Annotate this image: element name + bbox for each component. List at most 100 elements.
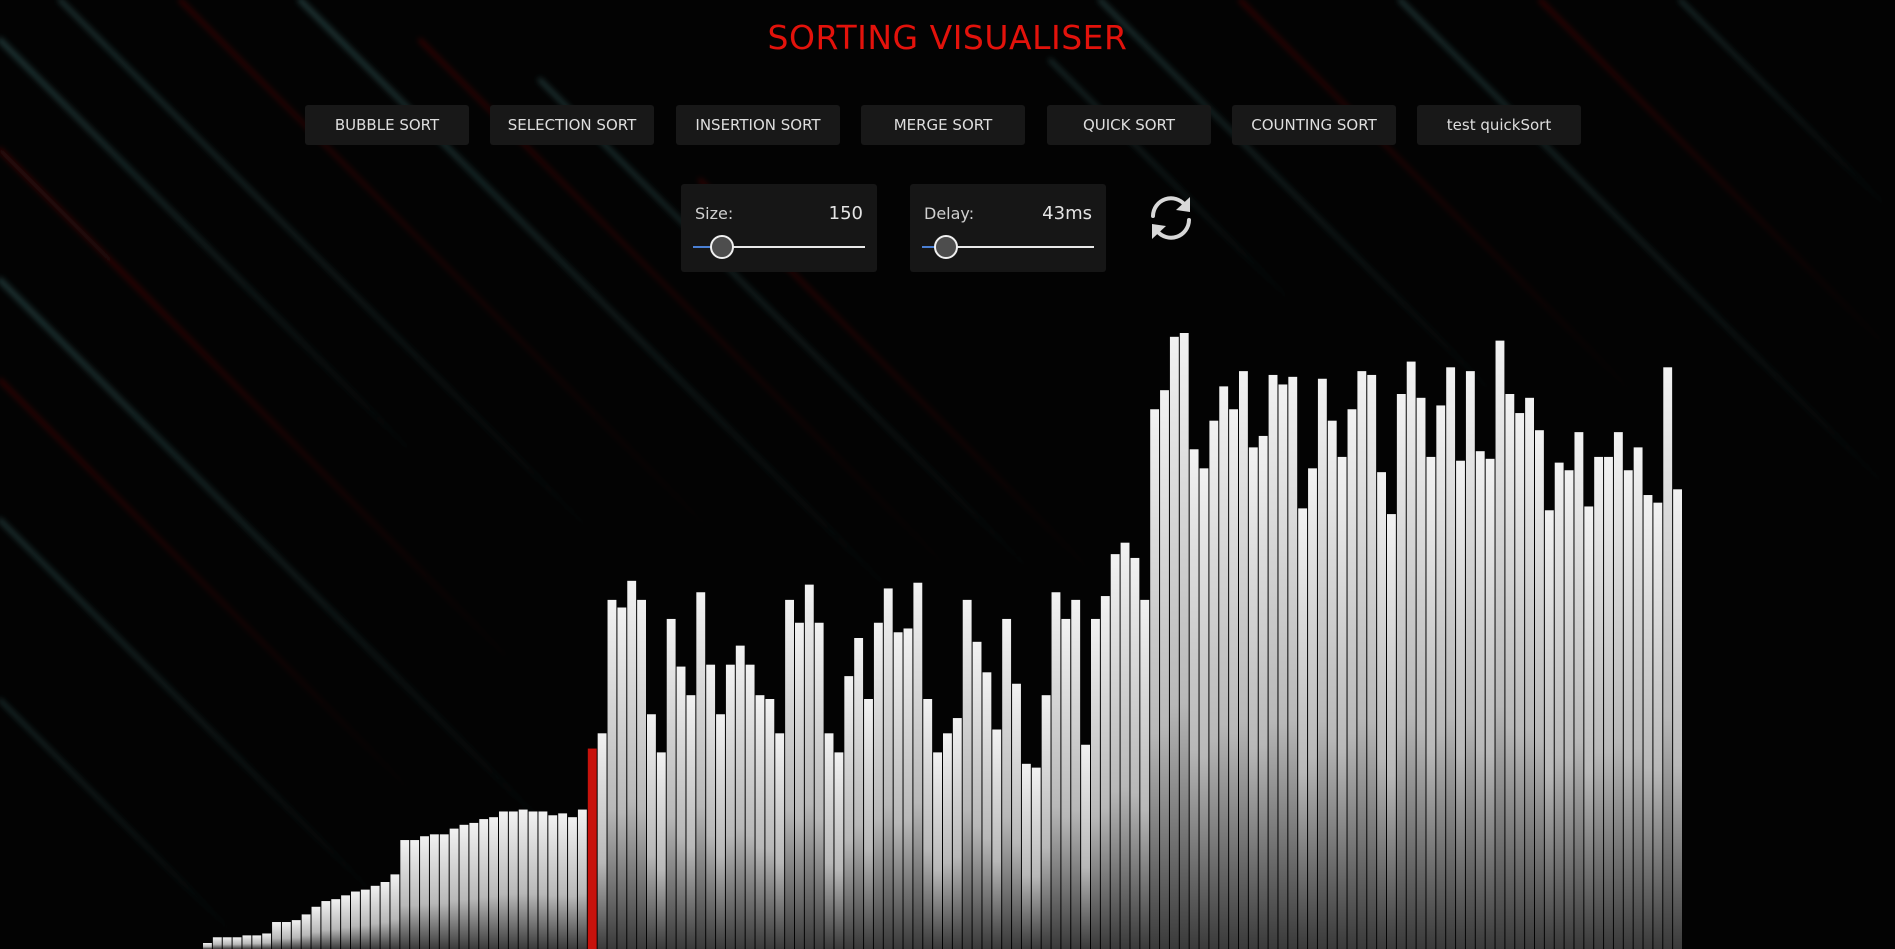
array-bar bbox=[518, 809, 528, 949]
array-bar bbox=[1298, 508, 1308, 949]
size-slider[interactable] bbox=[693, 235, 865, 259]
array-bar bbox=[804, 584, 814, 949]
array-bar bbox=[962, 599, 972, 949]
array-bar bbox=[341, 895, 350, 949]
array-bar bbox=[1150, 409, 1160, 949]
refresh-icon[interactable] bbox=[1143, 190, 1199, 246]
array-bar bbox=[1120, 542, 1130, 949]
array-bar bbox=[1189, 449, 1199, 949]
size-slider-thumb[interactable] bbox=[710, 235, 735, 259]
array-bar bbox=[1594, 456, 1604, 949]
array-bar bbox=[538, 811, 548, 949]
array-bar bbox=[1110, 554, 1120, 949]
array-bar bbox=[1673, 489, 1682, 949]
array-bar bbox=[1278, 384, 1288, 949]
array-bar bbox=[706, 664, 716, 949]
array-bar bbox=[1100, 596, 1110, 949]
array-bar bbox=[992, 729, 1002, 949]
size-control: Size: 150 bbox=[681, 184, 877, 272]
array-bar bbox=[1308, 468, 1317, 949]
array-bar bbox=[676, 666, 686, 949]
array-bar bbox=[1317, 378, 1327, 949]
array-bar bbox=[1367, 374, 1377, 949]
array-bar bbox=[627, 580, 637, 949]
array-bar bbox=[380, 882, 390, 949]
array-bar bbox=[834, 752, 844, 949]
array-bar-highlighted bbox=[587, 748, 597, 949]
array-bar bbox=[814, 622, 824, 949]
delay-slider-thumb[interactable] bbox=[934, 235, 959, 259]
array-bar bbox=[1229, 409, 1238, 949]
array-bar bbox=[1219, 386, 1229, 949]
array-bar bbox=[873, 622, 883, 949]
array-bar bbox=[1446, 367, 1456, 949]
array-bar bbox=[479, 819, 489, 949]
array-bar bbox=[1406, 361, 1416, 949]
array-bar bbox=[351, 891, 360, 949]
bubble-sort-button[interactable]: BUBBLE SORT bbox=[305, 105, 469, 145]
array-bar bbox=[449, 828, 459, 949]
array-bar bbox=[1377, 472, 1386, 949]
array-bar bbox=[1643, 495, 1653, 949]
array-bar bbox=[1535, 430, 1544, 949]
array-bar bbox=[1209, 420, 1219, 949]
quick-sort-button[interactable]: QUICK SORT bbox=[1047, 105, 1211, 145]
array-bar bbox=[439, 834, 449, 949]
array-bar bbox=[913, 582, 923, 949]
array-bar bbox=[824, 733, 834, 949]
array-bar bbox=[637, 599, 646, 949]
array-bar bbox=[1475, 451, 1485, 949]
array-bar bbox=[982, 672, 992, 949]
array-bar bbox=[725, 664, 735, 949]
array-bar bbox=[420, 836, 429, 949]
array-bar bbox=[1258, 435, 1268, 949]
array-bar bbox=[1515, 413, 1525, 949]
array-bar bbox=[1091, 618, 1100, 949]
size-value: 150 bbox=[828, 203, 863, 224]
array-bar bbox=[933, 752, 942, 949]
selection-sort-button[interactable]: SELECTION SORT bbox=[490, 105, 654, 145]
array-bar bbox=[577, 809, 587, 949]
array-bar bbox=[1071, 599, 1081, 949]
array-bar bbox=[1199, 468, 1209, 949]
array-bar bbox=[1623, 470, 1633, 949]
array-bar bbox=[281, 922, 291, 949]
array-bar bbox=[1248, 447, 1258, 949]
array-bar bbox=[508, 811, 518, 949]
array-bar bbox=[1031, 767, 1041, 949]
array-bar bbox=[1179, 333, 1189, 949]
delay-label: Delay: bbox=[924, 204, 975, 223]
merge-sort-button[interactable]: MERGE SORT bbox=[861, 105, 1025, 145]
array-bar bbox=[1327, 420, 1337, 949]
array-bar bbox=[1495, 340, 1505, 949]
array-bar bbox=[1051, 592, 1061, 949]
array-bar bbox=[469, 822, 479, 949]
array-bar bbox=[795, 622, 804, 949]
array-bar bbox=[854, 638, 864, 949]
array-bar bbox=[1140, 599, 1150, 949]
array-bar bbox=[212, 937, 222, 949]
delay-slider[interactable] bbox=[922, 235, 1094, 259]
array-bar bbox=[1436, 405, 1446, 949]
array-bar bbox=[301, 914, 311, 949]
array-bar bbox=[1357, 371, 1367, 949]
array-bar bbox=[568, 817, 577, 949]
array-bar bbox=[785, 599, 794, 949]
array-bar bbox=[489, 817, 498, 949]
array-bar bbox=[548, 815, 558, 949]
array-bar bbox=[291, 920, 301, 949]
array-bar bbox=[252, 935, 262, 949]
test-quicksort-button[interactable]: test quickSort bbox=[1417, 105, 1581, 145]
array-bar bbox=[272, 922, 281, 949]
array-bar bbox=[1416, 397, 1426, 949]
array-bar bbox=[1465, 371, 1475, 949]
insertion-sort-button[interactable]: INSERTION SORT bbox=[676, 105, 840, 145]
array-bar bbox=[686, 695, 696, 949]
array-bar bbox=[883, 588, 893, 949]
array-bar bbox=[1584, 506, 1594, 949]
array-bar bbox=[1554, 462, 1564, 949]
counting-sort-button[interactable]: COUNTING SORT bbox=[1232, 105, 1396, 145]
array-bar bbox=[429, 834, 439, 949]
delay-value: 43ms bbox=[1042, 203, 1092, 224]
array-bar bbox=[1574, 432, 1584, 949]
